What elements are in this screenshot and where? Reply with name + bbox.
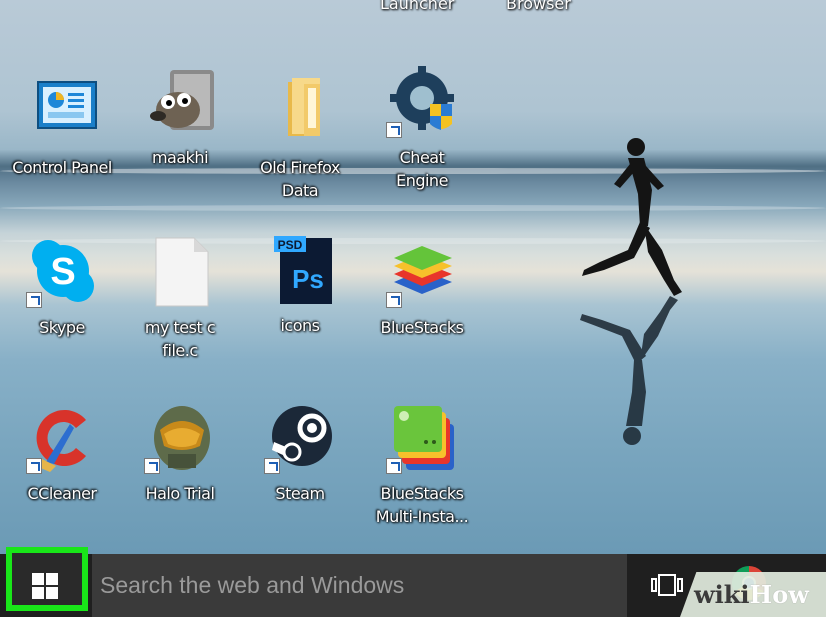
my-test-c-file-label: my test c file.c: [144, 318, 216, 360]
photoshop-icon: PSD Ps: [264, 234, 336, 306]
desktop-icon-bluestacks[interactable]: BlueStacks: [372, 236, 472, 339]
desktop-icon-steam[interactable]: Steam: [250, 402, 350, 505]
skype-icon: S: [26, 236, 98, 308]
launcher-label: Launcher: [380, 0, 455, 13]
steam-label: Steam: [275, 484, 325, 503]
desktop-icon-bluestacks-multi[interactable]: BlueStacks Multi-Insta...: [372, 402, 472, 528]
shortcut-arrow-icon: [386, 292, 402, 308]
icons-label: icons: [280, 316, 320, 335]
halo-icon: [144, 402, 216, 474]
shortcut-arrow-icon: [26, 458, 42, 474]
bluestacks-icon: [386, 236, 458, 308]
search-box[interactable]: Search the web and Windows: [92, 554, 627, 617]
ccleaner-icon: [26, 402, 98, 474]
desktop-icon-cheat-engine[interactable]: Cheat Engine: [372, 66, 472, 192]
runner-silhouette: [580, 138, 682, 445]
control-panel-label: Control Panel: [12, 158, 112, 177]
browser-label: Browser: [506, 0, 571, 13]
skype-label: Skype: [39, 318, 85, 337]
cheat-engine-label: Cheat Engine: [396, 148, 448, 190]
maakhi-label: maakhi: [151, 148, 209, 167]
watermark-wiki: wiki: [694, 580, 750, 609]
desktop: Launcher Browser Control Panel maakhi Ol…: [0, 0, 826, 554]
desktop-icon-control-panel[interactable]: Control Panel: [12, 76, 112, 179]
desktop-icon-skype[interactable]: S Skype: [12, 236, 112, 339]
shortcut-arrow-icon: [264, 458, 280, 474]
windows-logo-icon: [32, 573, 58, 599]
halo-trial-label: Halo Trial: [145, 484, 215, 503]
steam-icon: [264, 402, 336, 474]
svg-text:Ps: Ps: [292, 264, 324, 294]
watermark-how: How: [749, 580, 809, 609]
desktop-icon-maakhi[interactable]: maakhi: [130, 66, 230, 169]
svg-text:PSD: PSD: [278, 238, 303, 252]
bluestacks-multi-icon: [386, 402, 458, 474]
svg-text:S: S: [50, 251, 75, 293]
control-panel-icon: [26, 76, 98, 148]
start-button[interactable]: [6, 547, 88, 611]
wikihow-watermark: wikiHow: [694, 580, 809, 609]
desktop-icon-my-test-c-file[interactable]: my test c file.c: [130, 236, 230, 362]
shortcut-arrow-icon: [386, 458, 402, 474]
shortcut-arrow-icon: [386, 122, 402, 138]
bluestacks-multi-label: BlueStacks Multi-Insta...: [375, 484, 469, 526]
shortcut-arrow-icon: [144, 458, 160, 474]
desktop-icon-ccleaner[interactable]: CCleaner: [12, 402, 112, 505]
old-firefox-data-label: Old Firefox Data: [260, 158, 340, 200]
file-icon: [144, 236, 216, 308]
desktop-icon-halo-trial[interactable]: Halo Trial: [130, 402, 230, 505]
bluestacks-label: BlueStacks: [380, 318, 464, 337]
desktop-icon-icons[interactable]: PSD Ps icons: [250, 234, 350, 337]
task-view-icon[interactable]: [650, 574, 684, 596]
search-placeholder: Search the web and Windows: [100, 572, 405, 598]
gimp-icon: [144, 66, 216, 138]
cheat-engine-icon: [386, 66, 458, 138]
shortcut-arrow-icon: [26, 292, 42, 308]
folder-icon: [264, 76, 336, 148]
ccleaner-label: CCleaner: [27, 484, 98, 503]
desktop-icon-old-firefox-data[interactable]: Old Firefox Data: [250, 76, 350, 202]
